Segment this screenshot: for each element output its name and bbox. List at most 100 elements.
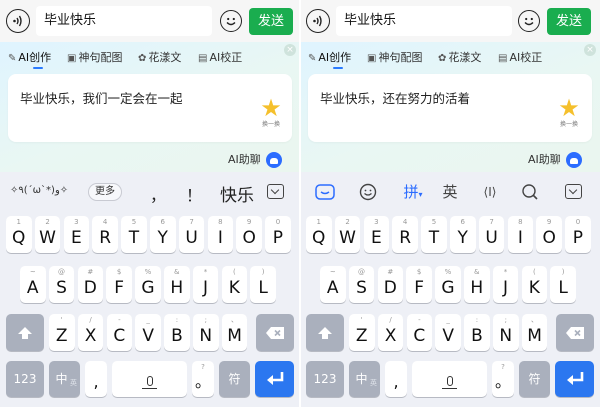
- candidate-exclamation[interactable]: ！: [186, 182, 202, 206]
- key-w[interactable]: 2W: [334, 216, 361, 253]
- key-f[interactable]: $ F: [106, 266, 132, 303]
- key-w[interactable]: 2W: [34, 216, 61, 253]
- key-t[interactable]: 5T: [121, 216, 147, 253]
- chinese-english-switch-key[interactable]: 中英: [349, 361, 380, 397]
- key-x[interactable]: / X: [377, 314, 404, 351]
- close-icon[interactable]: ×: [584, 44, 596, 56]
- voice-input-button[interactable]: [6, 9, 30, 33]
- tab-sentence-image[interactable]: ▣ 神句配图: [367, 50, 422, 66]
- key-r[interactable]: 4R: [392, 216, 418, 253]
- key-d[interactable]: # D: [77, 266, 104, 303]
- keyboard-logo-icon[interactable]: [314, 181, 336, 203]
- ai-suggestion-card[interactable]: 毕业快乐，还在努力的活着 ★ 换一换: [308, 74, 592, 142]
- numbers-key[interactable]: 123: [6, 361, 44, 397]
- comma-key[interactable]: ,: [385, 361, 407, 397]
- key-p[interactable]: 0P: [565, 216, 591, 253]
- key-g[interactable]: % G: [135, 266, 161, 303]
- numbers-key[interactable]: 123: [306, 361, 344, 397]
- key-c[interactable]: -C: [106, 314, 133, 351]
- key-b[interactable]: :B: [464, 314, 490, 351]
- symbols-key[interactable]: 符: [519, 361, 550, 397]
- chinese-english-switch-key[interactable]: 中英: [49, 361, 80, 397]
- shift-key[interactable]: [306, 314, 344, 351]
- cursor-edit-button[interactable]: ⟨I⟩: [477, 181, 503, 203]
- emoji-panel-icon[interactable]: [357, 181, 379, 203]
- enter-key[interactable]: [255, 361, 294, 397]
- send-button[interactable]: 发送: [249, 8, 293, 35]
- collapse-keyboard-icon[interactable]: [565, 184, 582, 199]
- key-u[interactable]: 7U: [178, 216, 205, 253]
- key-f[interactable]: $ F: [406, 266, 432, 303]
- key-q[interactable]: 1Q: [6, 216, 32, 253]
- key-e[interactable]: 3E: [63, 216, 90, 253]
- key-n[interactable]: ; N: [193, 314, 219, 351]
- key-i[interactable]: 8I: [507, 216, 534, 253]
- key-j[interactable]: * J: [192, 266, 219, 303]
- period-key[interactable]: ?。: [492, 361, 514, 397]
- key-q[interactable]: 1Q: [306, 216, 332, 253]
- shift-key[interactable]: [6, 314, 44, 351]
- symbols-key[interactable]: 符: [219, 361, 250, 397]
- key-e[interactable]: 3E: [363, 216, 390, 253]
- key-k[interactable]: (K: [221, 266, 248, 303]
- key-c[interactable]: -C: [406, 314, 433, 351]
- kaomoji-candidate[interactable]: ✧٩(ˊωˋ*)و✧: [10, 185, 68, 196]
- search-icon[interactable]: [519, 181, 541, 203]
- space-key[interactable]: [412, 361, 487, 397]
- tab-ai-correct[interactable]: ▤ AI校正: [498, 50, 542, 66]
- key-u[interactable]: 7U: [478, 216, 505, 253]
- backspace-key[interactable]: [556, 314, 594, 351]
- send-button[interactable]: 发送: [547, 8, 591, 35]
- key-a[interactable]: ~ A: [320, 266, 346, 303]
- pinyin-switch-button[interactable]: 拼▾: [400, 181, 426, 203]
- close-icon[interactable]: ×: [284, 44, 296, 56]
- tab-fancy-text[interactable]: ✿ 花漾文: [438, 50, 481, 66]
- key-d[interactable]: # D: [377, 266, 404, 303]
- key-l[interactable]: ) L: [250, 266, 276, 303]
- collapse-keyboard-icon[interactable]: [267, 184, 284, 199]
- key-p[interactable]: 0P: [265, 216, 291, 253]
- emoji-button[interactable]: [518, 10, 540, 32]
- ai-assistant-button[interactable]: AI助聊: [528, 152, 582, 168]
- key-j[interactable]: * J: [492, 266, 519, 303]
- emoji-button[interactable]: [220, 10, 242, 32]
- key-z[interactable]: ' Z: [49, 314, 75, 351]
- message-input[interactable]: 毕业快乐: [336, 6, 512, 36]
- more-button[interactable]: 更多: [88, 183, 122, 201]
- tab-ai-create[interactable]: ✎ AI创作: [8, 50, 51, 66]
- key-g[interactable]: % G: [435, 266, 461, 303]
- refresh-button[interactable]: ★ 换一换: [256, 96, 286, 130]
- key-r[interactable]: 4R: [92, 216, 118, 253]
- comma-key[interactable]: ,: [85, 361, 107, 397]
- key-k[interactable]: (K: [521, 266, 548, 303]
- tab-ai-correct[interactable]: ▤ AI校正: [198, 50, 242, 66]
- key-m[interactable]: 、 M: [521, 314, 548, 351]
- key-l[interactable]: ) L: [550, 266, 576, 303]
- key-y[interactable]: 6Y: [450, 216, 476, 253]
- ai-suggestion-card[interactable]: 毕业快乐，我们一定会在一起 ★ 换一换: [8, 74, 292, 142]
- key-s[interactable]: @ S: [48, 266, 75, 303]
- candidate-word[interactable]: 快乐: [220, 181, 254, 206]
- key-i[interactable]: 8I: [207, 216, 234, 253]
- english-switch-button[interactable]: 英: [440, 181, 460, 203]
- backspace-key[interactable]: [256, 314, 294, 351]
- key-h[interactable]: & H: [464, 266, 490, 303]
- key-y[interactable]: 6Y: [150, 216, 176, 253]
- key-b[interactable]: :B: [164, 314, 190, 351]
- tab-sentence-image[interactable]: ▣ 神句配图: [67, 50, 122, 66]
- key-v[interactable]: _ V: [435, 314, 461, 351]
- refresh-button[interactable]: ★ 换一换: [554, 96, 584, 130]
- message-input[interactable]: 毕业快乐: [36, 6, 212, 36]
- key-x[interactable]: / X: [77, 314, 104, 351]
- key-o[interactable]: 9O: [536, 216, 562, 253]
- enter-key[interactable]: [555, 361, 594, 397]
- tab-ai-create[interactable]: ✎ AI创作: [308, 50, 351, 66]
- key-m[interactable]: 、 M: [221, 314, 248, 351]
- key-s[interactable]: @ S: [348, 266, 375, 303]
- period-key[interactable]: ?。: [192, 361, 214, 397]
- key-h[interactable]: & H: [164, 266, 190, 303]
- key-z[interactable]: ' Z: [349, 314, 375, 351]
- candidate-comma[interactable]: ，: [150, 182, 166, 206]
- voice-input-button[interactable]: [306, 9, 330, 33]
- key-t[interactable]: 5T: [421, 216, 447, 253]
